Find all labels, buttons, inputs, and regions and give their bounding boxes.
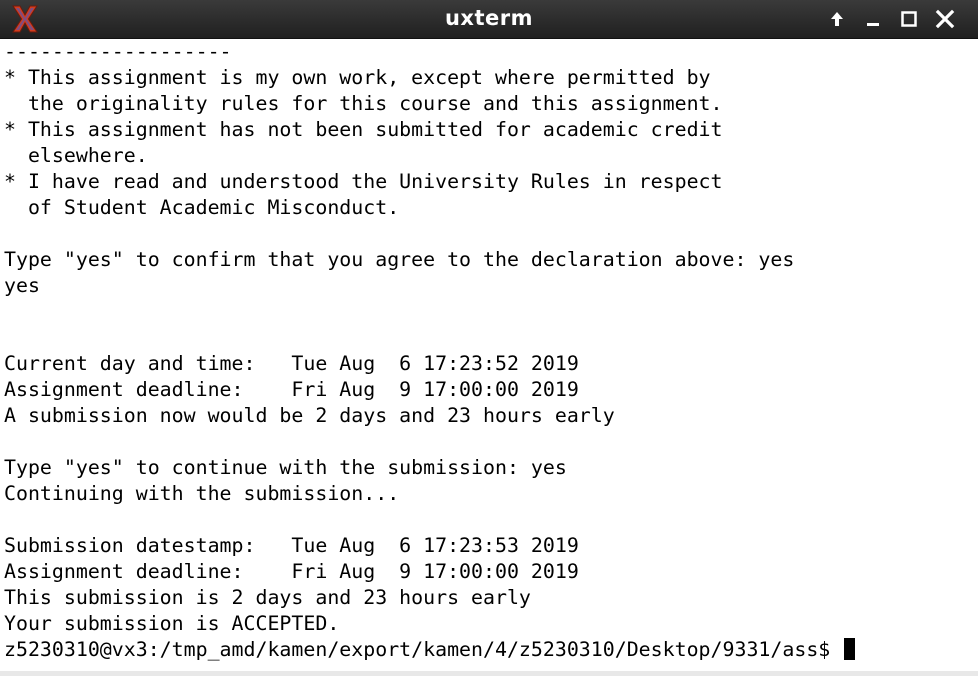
text-cursor [844,638,856,660]
close-icon[interactable] [934,8,956,30]
shell-prompt: z5230310@vx3:/tmp_amd/kamen/export/kamen… [4,638,843,661]
terminal-output: ------------------- * This assignment is… [4,40,795,635]
terminal-area[interactable]: ------------------- * This assignment is… [4,39,974,671]
title-bar[interactable]: uxterm [0,0,978,39]
window-bottom-border [0,671,978,676]
prompt-line[interactable]: z5230310@vx3:/tmp_amd/kamen/export/kamen… [4,637,974,663]
arrow-up-icon[interactable] [826,8,848,30]
minimize-icon[interactable] [862,8,884,30]
window-controls [826,6,956,32]
maximize-icon[interactable] [898,8,920,30]
terminal-window: uxterm ------------------- * This assign… [0,0,978,676]
